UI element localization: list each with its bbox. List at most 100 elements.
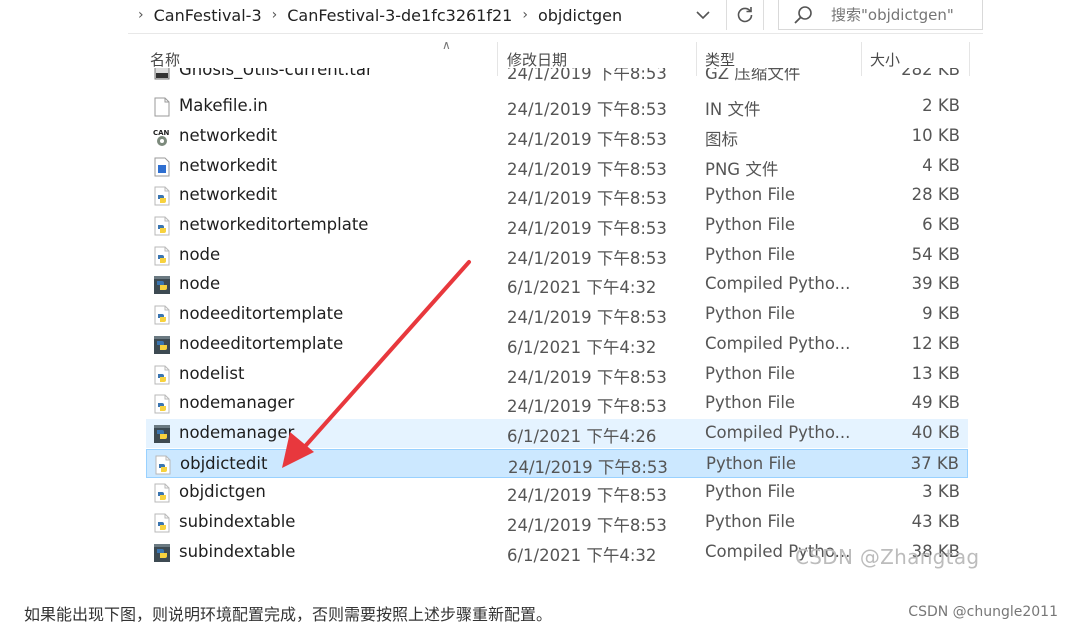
file-size: 3 KB (922, 482, 960, 501)
file-name: subindextable (179, 542, 296, 561)
watermark-text: CSDN @Zhangtag (795, 545, 980, 569)
breadcrumb-item-objdictgen[interactable]: objdictgen (538, 6, 622, 25)
file-row[interactable]: Makefile.in 24/1/2019 下午8:53 IN 文件 2 KB (146, 92, 968, 121)
file-row[interactable]: objdictedit 24/1/2019 下午8:53 Python File 37… (146, 449, 968, 478)
file-type: Compiled Pytho... (705, 334, 851, 353)
python-file-icon (154, 394, 170, 414)
file-date: 6/1/2021 下午4:26 (507, 427, 657, 446)
file-size: 6 KB (922, 215, 960, 234)
file-name: networkedit (179, 185, 278, 204)
file-size: 49 KB (911, 393, 960, 412)
file-type: Python File (706, 454, 797, 473)
file-row[interactable]: objdictgen 24/1/2019 下午8:53 Python File 3 K… (146, 478, 968, 507)
toolbar-divider (128, 33, 983, 34)
svg-text:CAN: CAN (153, 129, 170, 137)
python-file-icon (155, 455, 171, 475)
file-size: 10 KB (911, 126, 960, 145)
file-date: 24/1/2019 下午8:53 (507, 100, 667, 119)
file-type: Python File (705, 512, 796, 531)
file-row[interactable]: subindextable 24/1/2019 下午8:53 Python File… (146, 508, 968, 537)
file-date: 24/1/2019 下午8:53 (507, 68, 667, 83)
archive-icon (154, 68, 170, 80)
file-name: objdictedit (180, 454, 268, 473)
file-row[interactable]: CAN networkedit 24/1/2019 下午8:53 图标 10 KB (146, 122, 968, 151)
file-name: subindextable (179, 512, 296, 531)
caption-text: 如果能出现下图，则说明环境配置完成，否则需要按照上述步骤重新配置。 (24, 605, 553, 624)
file-size: 12 KB (911, 334, 960, 353)
file-size: 43 KB (911, 512, 960, 531)
compiled-python-icon (154, 544, 170, 562)
breadcrumb-item-canfestival[interactable]: CanFestival-3 (154, 6, 262, 25)
file-name: nodeeditortemplate (179, 304, 344, 323)
address-bar[interactable]: › CanFestival-3 › CanFestival-3-de1fc326… (128, 0, 728, 30)
chevron-right-icon[interactable]: › (138, 7, 144, 23)
address-history-button[interactable] (690, 4, 716, 26)
file-row[interactable]: nodeeditortemplate 24/1/2019 下午8:53 Python… (146, 300, 968, 329)
file-row[interactable]: nodelist 24/1/2019 下午8:53 Python File 13 KB (146, 360, 968, 389)
file-row[interactable]: networkeditortemplate 24/1/2019 下午8:53 Pyt… (146, 211, 968, 240)
file-list: Gnosis_Utils-current.tar 24/1/2019 下午8:53… (142, 68, 970, 578)
file-size: 9 KB (922, 304, 960, 323)
file-name: nodemanager (179, 423, 295, 442)
file-size: 39 KB (911, 274, 960, 293)
file-date: 24/1/2019 下午8:53 (507, 308, 667, 327)
file-date: 6/1/2021 下午4:32 (507, 338, 657, 357)
file-type: Compiled Pytho... (705, 274, 851, 293)
file-name: Makefile.in (179, 96, 268, 115)
file-row[interactable]: node 24/1/2019 下午8:53 Python File 54 KB (146, 241, 968, 270)
file-date: 24/1/2019 下午8:53 (507, 160, 667, 179)
file-row[interactable]: networkedit 24/1/2019 下午8:53 Python File 28… (146, 181, 968, 210)
file-type: Compiled Pytho... (705, 423, 851, 442)
search-input[interactable] (831, 5, 981, 24)
file-type: Python File (705, 245, 796, 264)
file-row[interactable]: nodemanager 24/1/2019 下午8:53 Python File 49… (146, 389, 968, 418)
breadcrumb-item-canfestival-version[interactable]: CanFestival-3-de1fc3261f21 (287, 6, 512, 25)
file-row[interactable]: Gnosis_Utils-current.tar 24/1/2019 下午8:53… (146, 68, 968, 85)
file-size: 2 KB (922, 96, 960, 115)
file-type: Python File (705, 215, 796, 234)
compiled-python-icon (154, 336, 170, 354)
python-file-icon (154, 216, 170, 236)
file-size: 54 KB (911, 245, 960, 264)
file-name: objdictgen (179, 482, 266, 501)
file-row[interactable]: node 6/1/2021 下午4:32 Compiled Pytho... 39 K… (146, 270, 968, 299)
refresh-button[interactable] (726, 0, 764, 30)
python-file-icon (154, 365, 170, 385)
file-row[interactable]: nodemanager 6/1/2021 下午4:26 Compiled Pytho… (146, 419, 968, 448)
file-name: networkedit (179, 126, 278, 145)
file-date: 24/1/2019 下午8:53 (508, 458, 668, 477)
search-box[interactable] (778, 0, 983, 30)
file-type: Python File (705, 185, 796, 204)
refresh-icon (737, 7, 753, 23)
file-row[interactable]: networkedit 24/1/2019 下午8:53 PNG 文件 4 KB (146, 152, 968, 181)
python-file-icon (154, 483, 170, 503)
file-size: 282 KB (901, 68, 960, 79)
search-icon (794, 5, 812, 24)
chevron-right-icon[interactable]: › (522, 7, 528, 23)
file-name: node (179, 245, 221, 264)
file-size: 37 KB (910, 454, 959, 473)
compiled-python-icon (154, 276, 170, 294)
file-name: nodelist (179, 364, 245, 383)
file-type: Python File (705, 304, 796, 323)
file-date: 6/1/2021 下午4:32 (507, 546, 657, 565)
file-size: 13 KB (911, 364, 960, 383)
file-size: 4 KB (922, 156, 960, 175)
python-file-icon (154, 513, 170, 533)
file-row[interactable]: nodeeditortemplate 6/1/2021 下午4:32 Compile… (146, 330, 968, 359)
python-file-icon (154, 305, 170, 325)
file-type: GZ 压缩文件 (705, 68, 801, 83)
file-name: node (179, 274, 221, 293)
file-type: 图标 (705, 130, 738, 149)
file-type: Python File (705, 482, 796, 501)
file-type: IN 文件 (705, 100, 761, 119)
file-type: PNG 文件 (705, 160, 779, 179)
file-date: 24/1/2019 下午8:53 (507, 189, 667, 208)
chevron-right-icon[interactable]: › (272, 7, 278, 23)
blank-file-icon (154, 97, 170, 117)
png-file-icon (154, 157, 170, 177)
file-date: 6/1/2021 下午4:32 (507, 278, 657, 297)
file-date: 24/1/2019 下午8:53 (507, 516, 667, 535)
compiled-python-icon (154, 425, 170, 443)
file-date: 24/1/2019 下午8:53 (507, 219, 667, 238)
